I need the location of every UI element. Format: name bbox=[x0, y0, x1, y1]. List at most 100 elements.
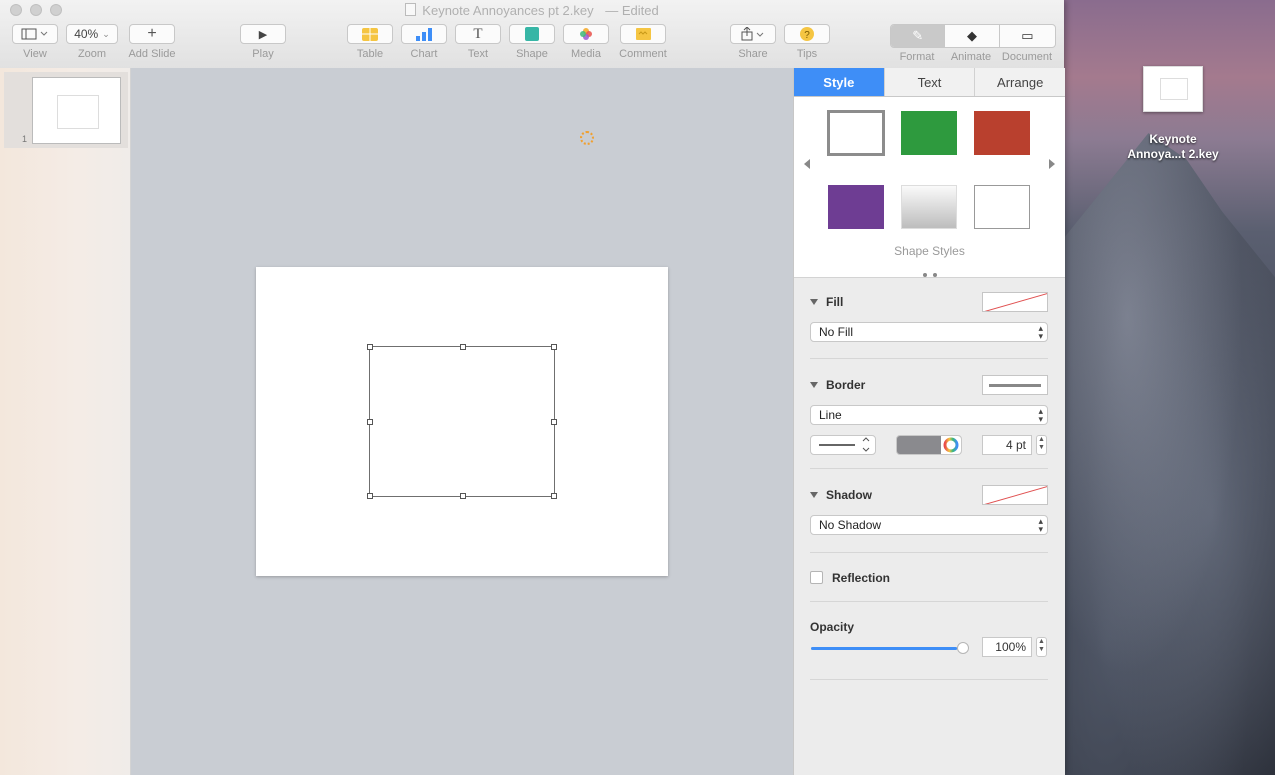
paintbrush-icon: ✎ bbox=[912, 28, 924, 43]
previous-styles-arrow-icon[interactable] bbox=[804, 159, 810, 169]
resize-handle-top[interactable] bbox=[460, 344, 466, 350]
resize-handle-right[interactable] bbox=[551, 419, 557, 425]
border-line-style-select[interactable] bbox=[810, 435, 876, 455]
resize-handle-bottom-left[interactable] bbox=[367, 493, 373, 499]
zoom-value: 40% bbox=[74, 27, 99, 41]
zoom-label: Zoom bbox=[77, 48, 107, 60]
view-control[interactable]: View bbox=[12, 24, 58, 60]
text-label: Text bbox=[467, 48, 489, 60]
play-control[interactable]: ▶ Play bbox=[240, 24, 286, 60]
opacity-label: Opacity bbox=[810, 620, 855, 634]
document-button[interactable]: ▭ bbox=[1000, 25, 1055, 47]
table-button[interactable] bbox=[347, 24, 393, 44]
animate-button[interactable]: ◆ bbox=[945, 25, 1000, 47]
opacity-slider[interactable] bbox=[811, 642, 969, 654]
chart-button[interactable] bbox=[401, 24, 447, 44]
slide-thumbnail[interactable] bbox=[32, 77, 121, 144]
document-label: Document bbox=[1001, 51, 1053, 63]
slide-thumbnail-selected[interactable]: 1 bbox=[4, 72, 128, 148]
page-dots[interactable] bbox=[920, 264, 940, 282]
border-width-stepper[interactable]: ▲ ▼ bbox=[1036, 435, 1047, 455]
zoom-control[interactable]: 40% ⌄ Zoom bbox=[66, 24, 118, 60]
tab-style[interactable]: Style bbox=[794, 68, 885, 96]
inspector-mode-segmented[interactable]: ✎ ◆ ▭ bbox=[890, 24, 1056, 48]
desktop-file-label-line1: Keynote bbox=[1149, 132, 1197, 146]
tips-button[interactable]: ? bbox=[784, 24, 830, 44]
opacity-slider-knob[interactable] bbox=[957, 642, 969, 654]
shape-control[interactable]: Shape bbox=[509, 24, 555, 60]
border-section-header[interactable]: Border bbox=[810, 378, 865, 392]
tab-text[interactable]: Text bbox=[884, 68, 976, 96]
play-label: Play bbox=[252, 48, 274, 60]
resize-handle-bottom-right[interactable] bbox=[551, 493, 557, 499]
svg-text:?: ? bbox=[804, 30, 810, 41]
opacity-slider-fill bbox=[811, 647, 957, 650]
desktop-file-label[interactable]: Keynote Annoya...t 2.key bbox=[1120, 132, 1226, 162]
shadow-type-select[interactable]: No Shadow ▴ ▾ bbox=[810, 515, 1048, 535]
shadow-section-header[interactable]: Shadow bbox=[810, 488, 872, 502]
shape-style-green[interactable] bbox=[901, 111, 957, 155]
media-control[interactable]: Media bbox=[563, 24, 609, 60]
reflection-checkbox[interactable] bbox=[810, 571, 823, 584]
keynote-file-thumbnail[interactable] bbox=[1143, 66, 1203, 112]
slide-navigator[interactable]: 1 bbox=[0, 68, 131, 775]
format-inspector: Style Text Arrange Shape Styles Fill No … bbox=[793, 68, 1066, 775]
shape-style-white-selected[interactable] bbox=[827, 110, 885, 156]
resize-handle-left[interactable] bbox=[367, 419, 373, 425]
table-control[interactable]: Table bbox=[347, 24, 393, 60]
busy-spinner-icon bbox=[580, 131, 594, 145]
line-style-icon bbox=[819, 437, 870, 452]
shape-button[interactable] bbox=[509, 24, 555, 44]
desktop-file-icon[interactable]: Keynote Annoya...t 2.key bbox=[1120, 66, 1226, 162]
media-button[interactable] bbox=[563, 24, 609, 44]
chart-control[interactable]: Chart bbox=[401, 24, 447, 60]
zoom-select[interactable]: 40% ⌄ bbox=[66, 24, 118, 44]
border-style-well[interactable] bbox=[982, 375, 1048, 395]
resize-handle-top-right[interactable] bbox=[551, 344, 557, 350]
inspector-tabs: Style Text Arrange bbox=[794, 68, 1066, 97]
fill-type-select[interactable]: No Fill ▴ ▾ bbox=[810, 322, 1048, 342]
fill-color-well[interactable] bbox=[982, 292, 1048, 312]
disclosure-triangle-icon bbox=[810, 382, 818, 388]
desktop-file-label-line2: Annoya...t 2.key bbox=[1127, 147, 1219, 161]
border-type-select[interactable]: Line ▴ ▾ bbox=[810, 405, 1048, 425]
shape-style-gradient[interactable] bbox=[901, 185, 957, 229]
fill-section-header[interactable]: Fill bbox=[810, 295, 843, 309]
shadow-preview-well[interactable] bbox=[982, 485, 1048, 505]
updown-chevron-icon: ▴ ▾ bbox=[1038, 323, 1043, 341]
border-width-field[interactable]: 4 pt bbox=[982, 435, 1032, 455]
tips-control[interactable]: ? Tips bbox=[784, 24, 830, 60]
add-slide-button[interactable]: + bbox=[129, 24, 175, 44]
share-button[interactable] bbox=[730, 24, 776, 44]
resize-handle-bottom[interactable] bbox=[460, 493, 466, 499]
resize-handle-top-left[interactable] bbox=[367, 344, 373, 350]
slide[interactable] bbox=[256, 267, 668, 576]
shape-style-red[interactable] bbox=[974, 111, 1030, 155]
border-label: Border bbox=[826, 378, 866, 392]
border-color-well[interactable] bbox=[896, 435, 962, 455]
opacity-stepper[interactable]: ▲ ▼ bbox=[1036, 637, 1047, 657]
selected-rectangle-shape[interactable] bbox=[367, 344, 557, 499]
color-wheel-icon[interactable] bbox=[941, 436, 961, 454]
shape-style-outline[interactable] bbox=[974, 185, 1030, 229]
add-slide-control[interactable]: + Add Slide bbox=[128, 24, 176, 60]
shape-style-purple[interactable] bbox=[828, 185, 884, 229]
share-control[interactable]: Share bbox=[730, 24, 776, 60]
text-control[interactable]: T Text bbox=[455, 24, 501, 60]
play-button[interactable]: ▶ bbox=[240, 24, 286, 44]
table-icon bbox=[362, 27, 378, 41]
shape-icon bbox=[525, 27, 539, 41]
text-button[interactable]: T bbox=[455, 24, 501, 44]
comment-icon bbox=[635, 28, 651, 40]
opacity-field[interactable]: 100% bbox=[982, 637, 1032, 657]
comment-control[interactable]: Comment bbox=[617, 24, 669, 60]
next-styles-arrow-icon[interactable] bbox=[1049, 159, 1055, 169]
format-button[interactable]: ✎ bbox=[891, 25, 946, 47]
fill-label: Fill bbox=[826, 295, 844, 309]
inspector-mode-control[interactable]: ✎ ◆ ▭ Format Animate Document bbox=[890, 24, 1056, 63]
comment-button[interactable] bbox=[620, 24, 666, 44]
tab-arrange[interactable]: Arrange bbox=[975, 68, 1066, 96]
divider bbox=[810, 552, 1048, 553]
view-button[interactable] bbox=[12, 24, 58, 44]
slide-canvas[interactable] bbox=[131, 68, 793, 775]
